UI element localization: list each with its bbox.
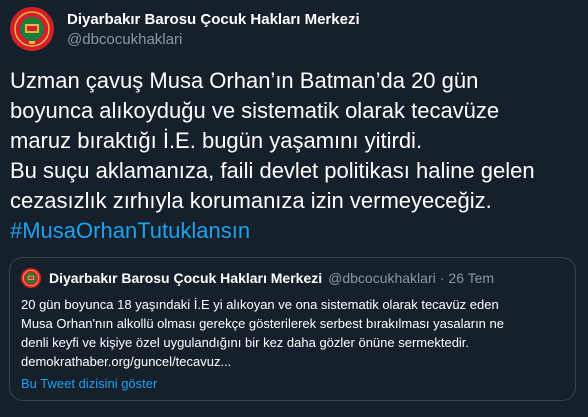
quoted-date: 26 Tem xyxy=(448,270,495,286)
quoted-avatar xyxy=(21,268,41,288)
quoted-tweet-header: Diyarbakır Barosu Çocuk Hakları Merkezi … xyxy=(21,268,494,288)
tweet-text-line: cezasızlık zırhıyla korumanıza izin verm… xyxy=(10,188,492,213)
quoted-text-line: denli keyfi ve kişiye özel uygulandığını… xyxy=(21,335,470,350)
quoted-link-text: demokrathaber.org/guncel/tecavuz... xyxy=(21,354,232,369)
quoted-separator: · xyxy=(439,270,445,286)
tweet-text-line: maruz bıraktığı İ.E. bugün yaşamını yiti… xyxy=(10,128,423,153)
show-thread-link[interactable]: Bu Tweet dizisini göster xyxy=(21,376,157,391)
quoted-display-name: Diyarbakır Barosu Çocuk Hakları Merkezi xyxy=(49,270,323,286)
bar-association-seal-icon xyxy=(10,7,54,51)
quoted-tweet[interactable]: Diyarbakır Barosu Çocuk Hakları Merkezi … xyxy=(9,257,576,401)
tweet-text: Uzman çavuş Musa Orhan’ın Batman’da 20 g… xyxy=(10,66,580,246)
tweet-text-line: boyunca alıkoyduğu ve sistematik olarak … xyxy=(10,98,500,123)
author-display-name[interactable]: Diyarbakır Barosu Çocuk Hakları Merkezi xyxy=(67,10,360,29)
quoted-text-line: 20 gün boyunca 18 yaşındaki İ.E yi alıko… xyxy=(21,297,499,312)
quoted-text-line: Musa Orhan'nın alkollü olması gerekçe gö… xyxy=(21,316,504,331)
quoted-tweet-text: 20 gün boyunca 18 yaşındaki İ.E yi alıko… xyxy=(21,295,566,371)
bar-association-seal-icon xyxy=(21,268,41,288)
author-handle[interactable]: @dbcocukhaklari xyxy=(67,30,360,49)
quoted-handle: @dbcocukhaklari xyxy=(328,270,436,286)
tweet-card: Diyarbakır Barosu Çocuk Hakları Merkezi … xyxy=(0,0,588,417)
avatar[interactable] xyxy=(10,7,54,51)
tweet-header: Diyarbakır Barosu Çocuk Hakları Merkezi … xyxy=(10,7,360,51)
tweet-text-line: Bu suçu aklamanıza, faili devlet politik… xyxy=(10,158,535,183)
hashtag-link[interactable]: #MusaOrhanTutuklansın xyxy=(10,216,580,246)
author-names: Diyarbakır Barosu Çocuk Hakları Merkezi … xyxy=(67,10,360,49)
tweet-text-line: Uzman çavuş Musa Orhan’ın Batman’da 20 g… xyxy=(10,68,479,93)
